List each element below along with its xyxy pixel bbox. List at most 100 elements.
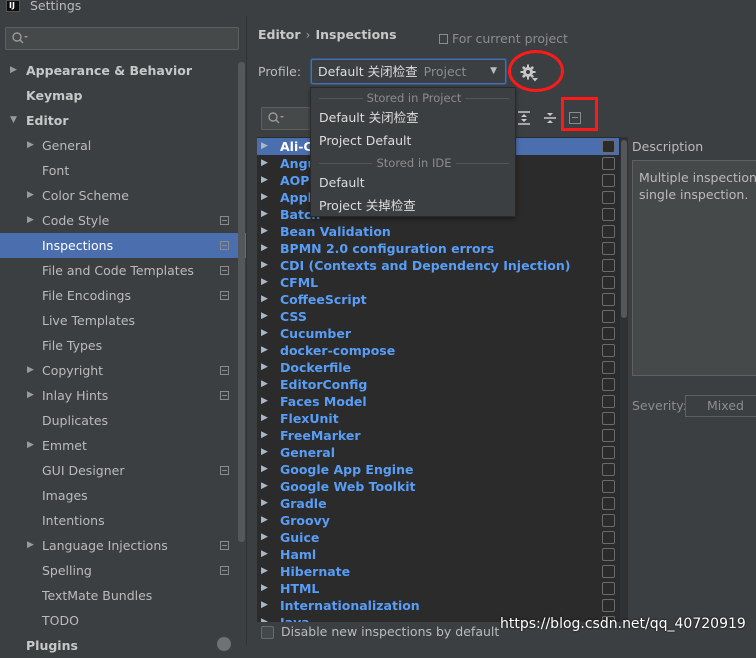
chevron-right-icon[interactable]: ▶	[27, 383, 34, 408]
nav-item-todo[interactable]: TODO	[0, 608, 246, 633]
chevron-right-icon[interactable]: ▶	[261, 155, 268, 172]
chevron-right-icon[interactable]: ▶	[261, 257, 268, 274]
nav-item-file-types[interactable]: File Types	[0, 333, 246, 358]
inspection-enabled-checkbox[interactable]	[602, 480, 615, 493]
inspection-enabled-checkbox[interactable]	[602, 276, 615, 289]
inspection-enabled-checkbox[interactable]	[602, 446, 615, 459]
inspection-enabled-checkbox[interactable]	[602, 242, 615, 255]
nav-item-inspections[interactable]: Inspections	[0, 233, 246, 258]
settings-search-input[interactable]	[5, 27, 239, 50]
chevron-right-icon[interactable]: ▶	[261, 478, 268, 495]
chevron-right-icon[interactable]: ▶	[261, 563, 268, 580]
inspection-group-row[interactable]: ▶ Dockerfile	[257, 359, 619, 376]
nav-item-code-style[interactable]: ▶ Code Style	[0, 208, 246, 233]
chevron-right-icon[interactable]: ▶	[27, 533, 34, 558]
inspection-group-row[interactable]: ▶ CDI (Contexts and Dependency Injection)	[257, 257, 619, 274]
breadcrumb-parent[interactable]: Editor	[258, 27, 301, 42]
inspection-group-row[interactable]: ▶ General	[257, 444, 619, 461]
profile-select[interactable]: Default 关闭检查 Project ▼	[311, 59, 506, 84]
chevron-right-icon[interactable]: ▶	[27, 208, 34, 233]
chevron-right-icon[interactable]: ▶	[261, 614, 268, 622]
chevron-right-icon[interactable]: ▶	[261, 427, 268, 444]
inspection-enabled-checkbox[interactable]	[602, 174, 615, 187]
nav-item-appearance-behavior[interactable]: ▶ Appearance & Behavior	[0, 58, 246, 83]
dropdown-item-default-closed[interactable]: Default 关闭检查	[319, 108, 419, 128]
chevron-right-icon[interactable]: ▶	[261, 274, 268, 291]
inspection-enabled-checkbox[interactable]	[602, 225, 615, 238]
nav-item-spelling[interactable]: Spelling	[0, 558, 246, 583]
inspection-enabled-checkbox[interactable]	[602, 565, 615, 578]
inspection-filter-input[interactable]	[261, 107, 316, 130]
inspection-group-row[interactable]: ▶ Bean Validation	[257, 223, 619, 240]
expand-all-icon[interactable]	[517, 111, 531, 125]
panel-divider[interactable]	[246, 16, 247, 645]
help-icon[interactable]	[217, 637, 231, 651]
chevron-right-icon[interactable]: ▶	[27, 183, 34, 208]
nav-item-copyright[interactable]: ▶ Copyright	[0, 358, 246, 383]
chevron-right-icon[interactable]: ▶	[261, 444, 268, 461]
inspection-group-row[interactable]: ▶ HTML	[257, 580, 619, 597]
nav-item-general[interactable]: ▶ General	[0, 133, 246, 158]
chevron-right-icon[interactable]: ▶	[261, 359, 268, 376]
inspection-group-row[interactable]: ▶ Google Web Toolkit	[257, 478, 619, 495]
inspection-enabled-checkbox[interactable]	[602, 293, 615, 306]
inspection-group-row[interactable]: ▶ Hibernate	[257, 563, 619, 580]
chevron-right-icon[interactable]: ▶	[261, 495, 268, 512]
nav-item-plugins[interactable]: Plugins	[0, 633, 246, 658]
inspection-enabled-checkbox[interactable]	[602, 429, 615, 442]
nav-item-font[interactable]: Font	[0, 158, 246, 183]
inspection-enabled-checkbox[interactable]	[602, 582, 615, 595]
inspection-enabled-checkbox[interactable]	[602, 463, 615, 476]
chevron-right-icon[interactable]: ▶	[261, 138, 268, 155]
nav-item-images[interactable]: Images	[0, 483, 246, 508]
inspection-enabled-checkbox[interactable]	[602, 361, 615, 374]
nav-item-live-templates[interactable]: Live Templates	[0, 308, 246, 333]
chevron-right-icon[interactable]: ▶	[27, 133, 34, 158]
inspection-group-row[interactable]: ▶ Internationalization	[257, 597, 619, 614]
inspection-enabled-checkbox[interactable]	[602, 599, 615, 612]
inspection-enabled-checkbox[interactable]	[602, 497, 615, 510]
inspection-group-row[interactable]: ▶ Guice	[257, 529, 619, 546]
inspection-group-row[interactable]: ▶ Google App Engine	[257, 461, 619, 478]
chevron-right-icon[interactable]: ▶	[261, 291, 268, 308]
inspection-enabled-checkbox[interactable]	[602, 208, 615, 221]
severity-select[interactable]: Mixed	[685, 395, 756, 417]
nav-item-editor[interactable]: ▼ Editor	[0, 108, 246, 133]
nav-item-file-encodings[interactable]: File Encodings	[0, 283, 246, 308]
chevron-right-icon[interactable]: ▶	[261, 172, 268, 189]
chevron-right-icon[interactable]: ▶	[261, 189, 268, 206]
chevron-right-icon[interactable]: ▶	[27, 433, 34, 458]
chevron-down-icon[interactable]: ▼	[10, 108, 17, 133]
chevron-right-icon[interactable]: ▶	[261, 461, 268, 478]
nav-item-duplicates[interactable]: Duplicates	[0, 408, 246, 433]
dropdown-item-project-off[interactable]: Project 关掉检查	[319, 196, 416, 216]
inspection-group-row[interactable]: ▶ FlexUnit	[257, 410, 619, 427]
collapse-all-icon[interactable]	[543, 111, 557, 125]
inspection-enabled-checkbox[interactable]	[602, 344, 615, 357]
chevron-right-icon[interactable]: ▶	[261, 546, 268, 563]
inspection-group-row[interactable]: ▶ Groovy	[257, 512, 619, 529]
nav-item-language-injections[interactable]: ▶ Language Injections	[0, 533, 246, 558]
inspection-enabled-checkbox[interactable]	[602, 140, 615, 153]
nav-item-intentions[interactable]: Intentions	[0, 508, 246, 533]
nav-item-file-and-code-templates[interactable]: File and Code Templates	[0, 258, 246, 283]
chevron-right-icon[interactable]: ▶	[261, 223, 268, 240]
chevron-right-icon[interactable]: ▶	[261, 597, 268, 614]
inspection-enabled-checkbox[interactable]	[602, 412, 615, 425]
inspection-enabled-checkbox[interactable]	[602, 310, 615, 323]
chevron-right-icon[interactable]: ▶	[261, 512, 268, 529]
nav-item-gui-designer[interactable]: GUI Designer	[0, 458, 246, 483]
nav-item-textmate-bundles[interactable]: TextMate Bundles	[0, 583, 246, 608]
inspection-group-row[interactable]: ▶ Cucumber	[257, 325, 619, 342]
inspection-group-row[interactable]: ▶ EditorConfig	[257, 376, 619, 393]
inspection-enabled-checkbox[interactable]	[602, 514, 615, 527]
chevron-right-icon[interactable]: ▶	[261, 580, 268, 597]
inspection-group-row[interactable]: ▶ CoffeeScript	[257, 291, 619, 308]
chevron-right-icon[interactable]: ▶	[261, 342, 268, 359]
inspection-enabled-checkbox[interactable]	[602, 395, 615, 408]
chevron-right-icon[interactable]: ▶	[261, 308, 268, 325]
chevron-right-icon[interactable]: ▶	[261, 393, 268, 410]
dropdown-item-default[interactable]: Default	[319, 173, 365, 193]
nav-item-inlay-hints[interactable]: ▶ Inlay Hints	[0, 383, 246, 408]
dropdown-item-project-default[interactable]: Project Default	[319, 131, 411, 151]
